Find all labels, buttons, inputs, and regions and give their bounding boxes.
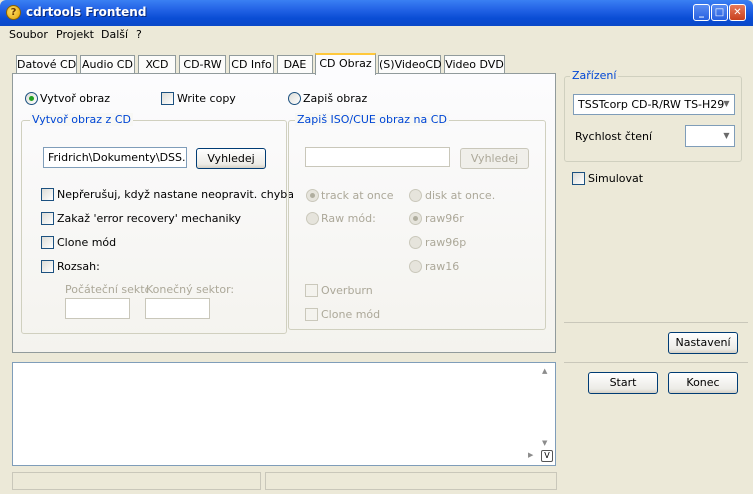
label-no-abort: Nepřerušuj, když nastane neopravit. chyb… [57,188,294,201]
start-button[interactable]: Start [588,372,658,394]
end-sector-input[interactable] [145,298,210,319]
label-track-at-once: track at once [321,189,394,202]
drive-select[interactable]: TSSTcorp CD-R/RW TS-H29 [573,94,735,115]
group-create-image-title: Vytvoř obraz z CD [30,113,133,126]
write-image-path-input[interactable] [305,147,450,167]
label-range: Rozsah: [57,260,100,273]
label-write-clone: Clone mód [321,308,381,321]
tab-datove-cd[interactable]: Datové CD [16,55,77,74]
browse-create-button[interactable]: Vyhledej [196,148,266,169]
tab-panel-cd-obraz: Vytvoř obraz Write copy Zapiš obraz Vytv… [12,73,556,353]
label-raw96p: raw96p [425,236,467,249]
label-raw16: raw16 [425,260,460,273]
checkbox-range[interactable] [41,260,54,273]
scroll-down-icon[interactable]: ▼ [542,439,547,447]
label-start-sector: Počáteční sektor [65,283,147,296]
checkbox-overburn[interactable] [305,284,318,297]
label-clone-mode: Clone mód [57,236,117,249]
menu-soubor[interactable]: Soubor [9,28,48,41]
label-read-speed: Rychlost čtení [575,130,653,143]
quit-button[interactable]: Konec [668,372,738,394]
scroll-up-icon[interactable]: ▲ [542,367,547,375]
log-resize-icon[interactable]: V [541,450,553,462]
checkbox-no-recovery[interactable] [41,212,54,225]
menu-help[interactable]: ? [136,28,142,41]
scroll-right-icon[interactable]: ▶ [528,451,533,459]
radio-raw96p[interactable] [409,236,422,249]
label-create-image: Vytvoř obraz [40,92,111,105]
drive-dropdown-arrow-icon[interactable]: ▼ [719,96,734,112]
label-overburn: Overburn [321,284,373,297]
label-raw96r: raw96r [425,212,464,225]
tab-cd-obraz[interactable]: CD Obraz [315,53,376,75]
window-title: cdrtools Frontend [26,5,147,19]
status-left [12,472,261,490]
menu-bar: Soubor Projekt Další ? [0,26,753,46]
separator-top [564,322,748,323]
minimize-icon[interactable]: _ [693,4,710,21]
image-path-input[interactable]: Fridrich\Dokumenty\DSS.iso [43,147,187,168]
label-simulate: Simulovat [588,172,644,185]
log-output[interactable] [12,362,556,466]
tab-cd-info[interactable]: CD Info [229,55,274,74]
close-icon[interactable]: ✕ [729,4,746,21]
radio-disk-at-once[interactable] [409,189,422,202]
label-disk-at-once: disk at once. [425,189,496,202]
checkbox-no-abort[interactable] [41,188,54,201]
group-create-image: Vytvoř obraz z CD Fridrich\Dokumenty\DSS… [21,113,294,334]
tab-video-dvd[interactable]: Video DVD [444,55,505,74]
group-write-image-title: Zapiš ISO/CUE obraz na CD [295,113,449,126]
tab-dae[interactable]: DAE [277,55,313,74]
browse-write-button[interactable]: Vyhledej [460,148,529,169]
group-device-title: Zařízení [570,69,619,82]
label-write-copy: Write copy [177,92,236,105]
title-bar[interactable]: ? cdrtools Frontend _ □ ✕ [0,0,753,26]
radio-write-image[interactable] [288,92,301,105]
group-device: Zařízení TSSTcorp CD-R/RW TS-H29 ▼ Rychl… [564,69,742,162]
start-sector-input[interactable] [65,298,130,319]
separator-bottom [564,362,748,363]
tab-audio-cd[interactable]: Audio CD [80,55,135,74]
tab-cd-rw[interactable]: CD-RW [179,55,226,74]
checkbox-simulate[interactable] [572,172,585,185]
status-right [265,472,557,490]
app-icon: ? [6,5,21,20]
group-write-image: Zapiš ISO/CUE obraz na CD Vyhledej track… [288,113,546,330]
radio-raw-mode[interactable] [306,212,319,225]
maximize-icon[interactable]: □ [711,4,728,21]
checkbox-write-clone[interactable] [305,308,318,321]
settings-button[interactable]: Nastavení [668,332,738,354]
menu-projekt[interactable]: Projekt [56,28,94,41]
label-write-image: Zapiš obraz [303,92,368,105]
checkbox-write-copy[interactable] [161,92,174,105]
radio-track-at-once[interactable] [306,189,319,202]
label-raw-mode: Raw mód: [321,212,376,225]
label-no-recovery: Zakaž 'error recovery' mechaniky [57,212,242,225]
radio-create-image[interactable] [25,92,38,105]
radio-raw96r[interactable] [409,212,422,225]
drive-select-value: TSSTcorp CD-R/RW TS-H29 [578,98,725,111]
read-speed-dropdown-arrow-icon[interactable]: ▼ [719,128,734,144]
radio-raw16[interactable] [409,260,422,273]
menu-dalsi[interactable]: Další [101,28,128,41]
checkbox-clone-mode[interactable] [41,236,54,249]
tab-svideocd[interactable]: (S)VideoCD [378,55,442,74]
label-end-sector: Konečný sektor: [146,283,235,296]
tab-xcd[interactable]: XCD [138,55,176,74]
